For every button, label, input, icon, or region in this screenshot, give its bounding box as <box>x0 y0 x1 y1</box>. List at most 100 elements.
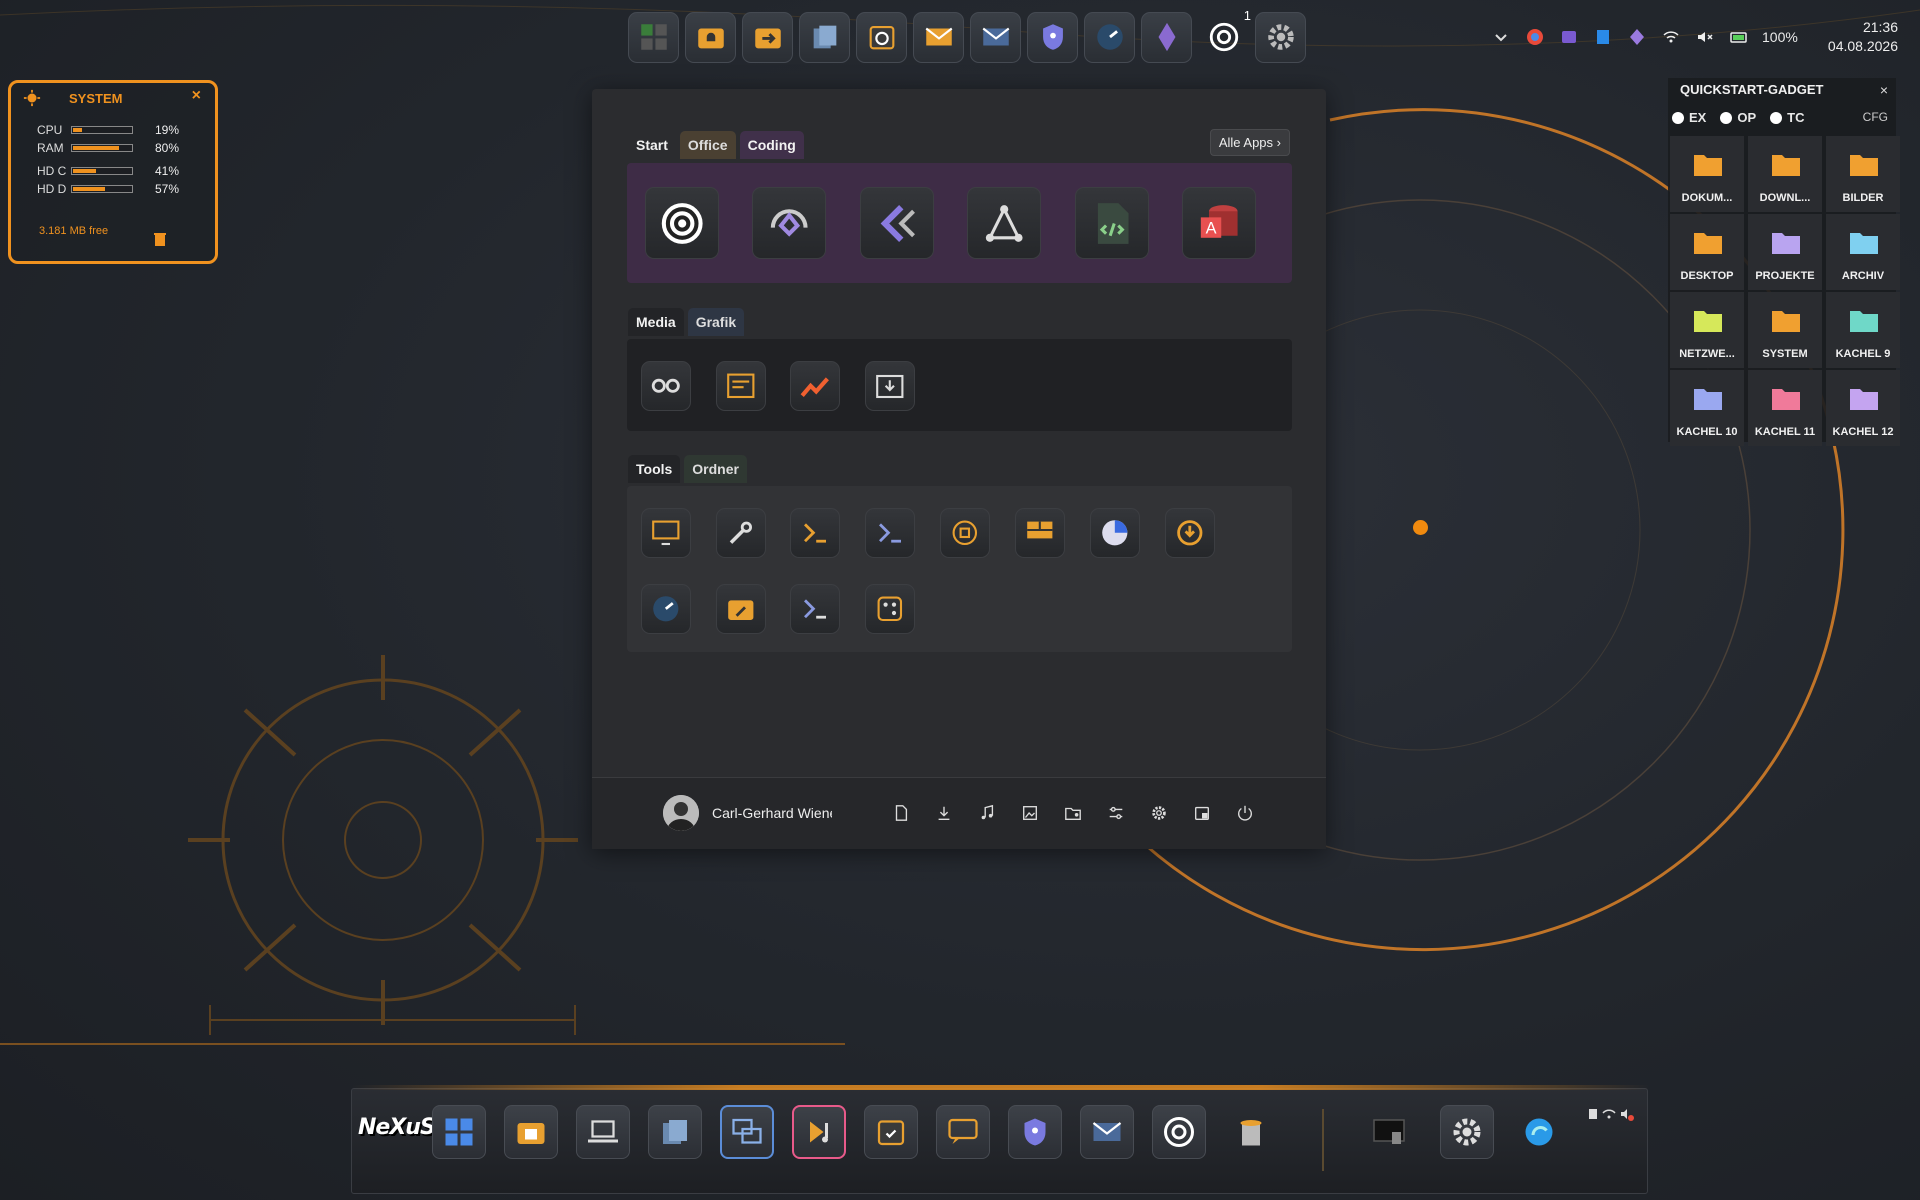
power-icon[interactable] <box>1234 802 1256 824</box>
start-grid-icon[interactable] <box>432 1105 486 1159</box>
recorder-icon[interactable] <box>641 361 691 411</box>
music-icon[interactable] <box>976 802 998 824</box>
start-grid-icon[interactable] <box>628 11 679 63</box>
media-player-icon[interactable] <box>792 1105 846 1159</box>
monitor-icon[interactable] <box>641 508 691 558</box>
files-icon[interactable] <box>648 1105 702 1159</box>
pie-gauge-icon[interactable] <box>1090 508 1140 558</box>
image-icon[interactable] <box>1019 802 1041 824</box>
security-check-icon[interactable] <box>864 1105 918 1159</box>
edge-icon[interactable] <box>1512 1105 1566 1159</box>
document-app-icon[interactable] <box>1592 26 1614 48</box>
speaker-muted-icon[interactable] <box>1694 26 1716 48</box>
close-icon[interactable]: × <box>192 87 201 105</box>
teams-icon[interactable] <box>1558 26 1580 48</box>
close-icon[interactable]: × <box>1880 82 1888 98</box>
tab-ordner[interactable]: Ordner <box>684 455 747 483</box>
dice-icon[interactable] <box>865 584 915 634</box>
rotate-box-icon[interactable] <box>940 508 990 558</box>
top-tab-bar: Start Office Coding <box>628 131 804 159</box>
files-icon[interactable] <box>799 11 850 63</box>
tab-media[interactable]: Media <box>628 308 684 336</box>
quickstart-tile[interactable]: SYSTEM <box>1748 292 1822 368</box>
nexus-logo[interactable]: NeXuS <box>358 1115 436 1140</box>
file-explorer-icon[interactable] <box>504 1105 558 1159</box>
user-name[interactable]: Carl-Gerhard Wiene <box>712 805 832 821</box>
wrench-icon[interactable] <box>716 508 766 558</box>
quickstart-tile[interactable]: ARCHIV <box>1826 214 1900 290</box>
chat-icon[interactable] <box>936 1105 990 1159</box>
access-db-icon[interactable]: A <box>1182 187 1256 259</box>
radio-ex[interactable]: EX <box>1672 110 1706 125</box>
security-check-icon[interactable] <box>856 11 907 63</box>
battery-icon[interactable] <box>1728 26 1750 48</box>
quickstart-tile[interactable]: DOWNL... <box>1748 136 1822 212</box>
chevron-down-icon[interactable] <box>1490 26 1512 48</box>
settings-gear-icon[interactable] <box>1255 11 1306 63</box>
quickstart-tile[interactable]: KACHEL 9 <box>1826 292 1900 368</box>
diamond-app-icon[interactable] <box>1626 26 1648 48</box>
speed-gauge-icon[interactable] <box>641 584 691 634</box>
tray-status-icon[interactable] <box>1587 1105 1637 1123</box>
quickstart-tile[interactable]: NETZWE... <box>1670 292 1744 368</box>
quickstart-tile[interactable]: PROJEKTE <box>1748 214 1822 290</box>
layout-monitor-icon[interactable] <box>1015 508 1065 558</box>
folder-user-icon[interactable] <box>1062 802 1084 824</box>
kilo-code-icon[interactable] <box>860 187 934 259</box>
wifi-icon[interactable] <box>1660 26 1682 48</box>
download-icon[interactable] <box>933 802 955 824</box>
shield-key-icon[interactable] <box>1027 11 1078 63</box>
quickstart-tile[interactable]: DESKTOP <box>1670 214 1744 290</box>
tab-start[interactable]: Start <box>628 131 676 159</box>
quickstart-tile[interactable]: KACHEL 10 <box>1670 370 1744 446</box>
chatgpt-icon[interactable] <box>645 187 719 259</box>
quickstart-tile[interactable]: KACHEL 12 <box>1826 370 1900 446</box>
clock[interactable]: 21:36 04.08.2026 <box>1820 18 1898 56</box>
task-list-icon[interactable] <box>716 361 766 411</box>
pictures-folder-icon <box>1850 155 1878 176</box>
crystal-icon[interactable] <box>1141 11 1192 63</box>
config-button[interactable]: CFG <box>1863 110 1888 124</box>
tab-grafik[interactable]: Grafik <box>687 308 745 336</box>
tab-coding[interactable]: Coding <box>739 131 804 159</box>
tab-tools[interactable]: Tools <box>628 455 681 483</box>
chatgpt-icon[interactable]: 1 <box>1198 8 1251 63</box>
git-graph-icon[interactable] <box>967 187 1041 259</box>
chrome-icon[interactable] <box>1524 26 1546 48</box>
terminal-orange-icon[interactable] <box>790 508 840 558</box>
laptop-icon[interactable] <box>576 1105 630 1159</box>
window-preview-icon[interactable] <box>1362 1105 1416 1159</box>
quickstart-tile[interactable]: BILDER <box>1826 136 1900 212</box>
settings-gear-icon[interactable] <box>1440 1105 1494 1159</box>
speed-gauge-icon[interactable] <box>1084 11 1135 63</box>
restore-icon[interactable] <box>1165 508 1215 558</box>
windsurf-icon[interactable] <box>752 187 826 259</box>
sliders-icon[interactable] <box>1105 802 1127 824</box>
mail-dark-icon[interactable] <box>970 11 1021 63</box>
radio-op[interactable]: OP <box>1720 110 1756 125</box>
gear-icon[interactable] <box>1148 802 1170 824</box>
notification-folder-icon[interactable] <box>685 11 736 63</box>
chatgpt-icon[interactable] <box>1152 1105 1206 1159</box>
remote-desktop-icon[interactable] <box>720 1105 774 1159</box>
download-box-icon[interactable] <box>865 361 915 411</box>
mail-icon[interactable] <box>1080 1105 1134 1159</box>
folder-arrow-icon[interactable] <box>742 11 793 63</box>
mail-icon[interactable] <box>913 11 964 63</box>
folder-tool-icon[interactable] <box>716 584 766 634</box>
radio-tc[interactable]: TC <box>1770 110 1804 125</box>
trash-icon[interactable] <box>153 231 167 247</box>
quickstart-tile[interactable]: KACHEL 11 <box>1748 370 1822 446</box>
html-file-icon[interactable] <box>1075 187 1149 259</box>
avatar[interactable] <box>663 795 699 831</box>
tab-office[interactable]: Office <box>679 131 736 159</box>
terminal-blue-icon[interactable] <box>865 508 915 558</box>
all-apps-button[interactable]: Alle Apps › <box>1209 129 1290 156</box>
terminal-icon[interactable] <box>790 584 840 634</box>
quickstart-tile[interactable]: DOKUM... <box>1670 136 1744 212</box>
document-icon[interactable] <box>890 802 912 824</box>
chart-app-icon[interactable] <box>790 361 840 411</box>
trash-icon[interactable] <box>1224 1105 1278 1159</box>
windows-file-icon[interactable] <box>1191 802 1213 824</box>
shield-key-icon[interactable] <box>1008 1105 1062 1159</box>
